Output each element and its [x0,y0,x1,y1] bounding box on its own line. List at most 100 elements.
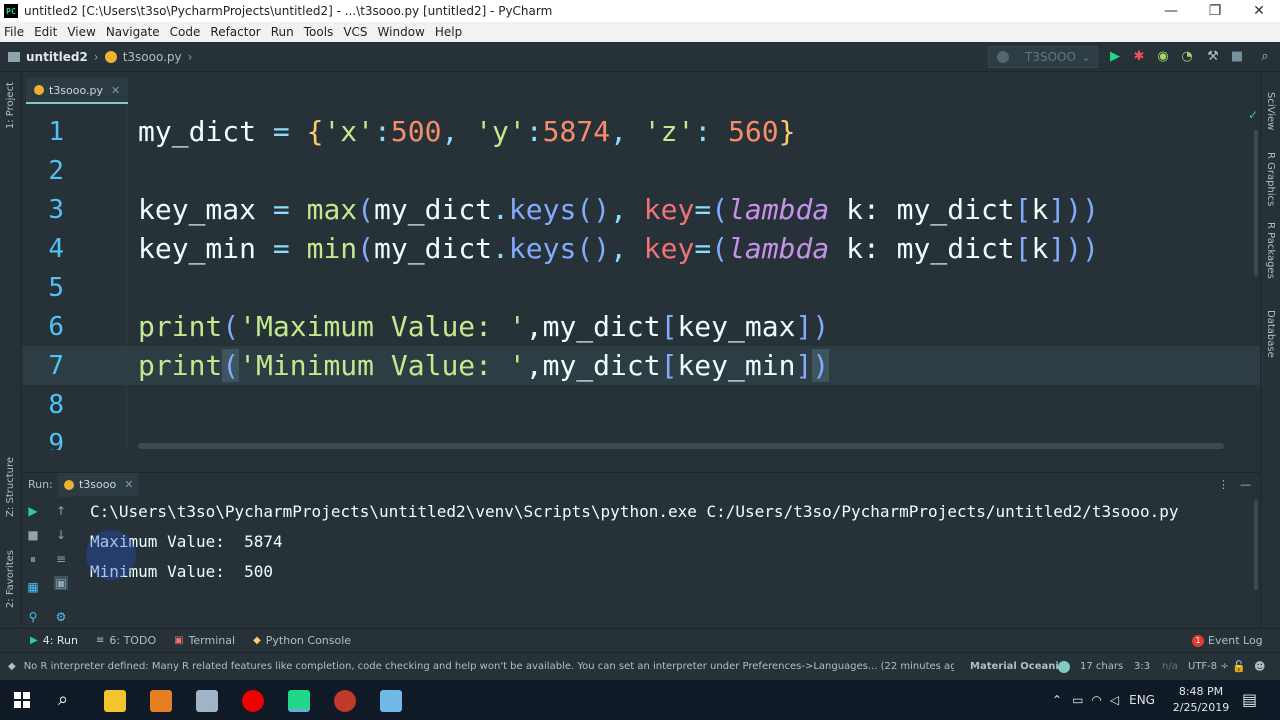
run-tab-t3sooo[interactable]: t3sooo ✕ [58,472,140,497]
wifi-icon[interactable]: ◠ [1091,693,1101,707]
stop-icon[interactable]: ■ [1230,50,1244,64]
console-scrollbar[interactable] [1254,500,1258,590]
file-explorer-icon[interactable] [104,690,126,712]
menu-navigate[interactable]: Navigate [106,25,160,39]
menu-code[interactable]: Code [170,25,201,39]
network-icon[interactable]: ▭ [1072,693,1083,707]
menu-tools[interactable]: Tools [304,25,334,39]
coverage-icon[interactable]: ◉ [1156,50,1170,64]
status-bar: ◆ No R interpreter defined: Many R relat… [0,652,1280,680]
tool-terminal-label: Terminal [188,634,236,647]
debug-icon[interactable]: ✱ [1132,50,1146,64]
close-icon[interactable]: ✕ [124,478,133,491]
keyboard-language[interactable]: ENG [1129,693,1155,707]
chevron-up-icon[interactable]: ⌃ [1052,693,1062,707]
menu-help[interactable]: Help [435,25,462,39]
folder-icon [8,51,20,62]
tool-terminal[interactable]: ▣ Terminal [174,634,235,647]
python-icon: ◆ [253,635,261,646]
run-configuration-select[interactable]: T3SOOO ⌄ [988,46,1098,68]
database-tool-tab[interactable]: Database [1265,310,1276,358]
profile-icon[interactable]: ◔ [1180,50,1194,64]
event-log[interactable]: 1 Event Log [1192,634,1263,647]
menu-window[interactable]: Window [378,25,425,39]
breadcrumb-project[interactable]: untitled2 [26,50,88,64]
close-window-button[interactable]: ✕ [1236,0,1280,22]
tool-run[interactable]: ▶ 4: Run [30,634,78,647]
tab-t3sooo[interactable]: t3sooo.py ✕ [26,78,129,104]
python-config-icon [997,51,1009,63]
menu-vcs[interactable]: VCS [343,25,367,39]
close-icon[interactable]: ✕ [111,84,120,97]
app-window-icon[interactable] [196,690,218,712]
tool-python-console-label: Python Console [265,634,352,647]
volume-icon[interactable]: ◁ [1110,693,1119,707]
menu-edit[interactable]: Edit [34,25,57,39]
cursor-position[interactable]: 3:3 [1134,661,1150,672]
menu-refactor[interactable]: Refactor [210,25,260,39]
rerun-icon[interactable]: ▶ [26,504,40,518]
search-everywhere-icon[interactable]: ⌕ [1258,50,1272,64]
pin-tab-icon[interactable]: ⚲ [26,610,40,624]
maximize-button[interactable]: ❐ [1192,0,1238,22]
favorites-tool-tab[interactable]: 2: Favorites [5,550,16,608]
run-panel-header: Run: t3sooo ✕ ⋮ — [22,472,1260,497]
event-count-badge: 1 [1192,634,1204,647]
vertical-scrollbar[interactable] [1254,130,1258,276]
tool-todo[interactable]: ≡ 6: TODO [96,634,156,647]
run-panel-toolbar: ▶ ↑ ■ ↓ ⏸ ≡ ▦ ▣ ⚲ ⚙ [22,496,76,628]
structure-tool-tab[interactable]: Z: Structure [5,457,16,517]
project-tool-tab[interactable]: 1: Project [5,82,16,129]
lock-icon[interactable]: 🔓 [1232,660,1246,673]
run-icon[interactable]: ▶ [1108,50,1122,64]
python-file-icon [34,85,44,95]
soft-wrap-icon[interactable]: ≡ [54,552,68,566]
settings-icon[interactable]: ⚙ [54,610,68,624]
run-panel-label: Run: [28,478,53,491]
code-line: 8 [22,385,1260,424]
file-encoding[interactable]: UTF-8 ÷ [1188,661,1229,672]
breadcrumb-separator: › [93,49,99,64]
breadcrumb-file[interactable]: t3sooo.py [123,50,182,64]
scroll-up-icon[interactable]: ↑ [54,504,68,518]
build-icon[interactable]: ⚒ [1206,50,1220,64]
minimize-button[interactable]: — [1148,0,1194,22]
opera-icon[interactable] [242,690,264,712]
theme-name[interactable]: Material Oceanic [970,661,1065,672]
run-icon: ▶ [30,635,38,646]
recorder-icon[interactable] [334,690,356,712]
line-number: 5 [48,272,64,303]
run-console[interactable]: C:\Users\t3so\PycharmProjects\untitled2\… [76,496,1260,628]
menu-view[interactable]: View [67,25,95,39]
menu-run[interactable]: Run [271,25,294,39]
horizontal-scrollbar[interactable] [138,443,1224,449]
status-message[interactable]: No R interpreter defined: Many R related… [24,661,954,672]
notifications-icon[interactable]: ▤ [1242,690,1257,709]
print-icon[interactable]: ▣ [54,576,68,590]
r-graphics-tool-tab[interactable]: R Graphics [1265,152,1276,206]
sublime-text-icon[interactable] [150,690,172,712]
restore-layout-icon[interactable]: ▦ [26,580,40,594]
line-number: 2 [48,155,64,186]
code-text: my_dict = {'x':500, 'y':5874, 'z': 560} [138,115,796,148]
inspector-icon[interactable]: ☻ [1254,660,1265,673]
code-editor[interactable]: 1 my_dict = {'x':500, 'y':5874, 'z': 560… [22,104,1260,450]
search-icon[interactable]: ⌕ [58,689,68,710]
pycharm-taskbar-icon[interactable] [288,690,310,712]
inspection-ok-icon[interactable]: ✓ [1248,108,1258,122]
r-packages-tool-tab[interactable]: R Packages [1265,222,1276,279]
title-bar: PC untitled2 [C:\Users\t3so\PycharmProje… [0,0,1280,22]
code-line: 2 [22,151,1260,190]
clock[interactable]: 8:48 PM 2/25/2019 [1170,684,1232,716]
notepad-icon[interactable] [380,690,402,712]
menu-file[interactable]: File [4,25,24,39]
stop-icon[interactable]: ■ [26,528,40,542]
windows-start-icon[interactable] [14,692,30,708]
more-options-icon[interactable]: ⋮ [1218,478,1229,491]
hide-panel-icon[interactable]: — [1240,478,1251,491]
scroll-down-icon[interactable]: ↓ [54,528,68,542]
tool-python-console[interactable]: ◆ Python Console [253,634,351,647]
sciview-tool-tab[interactable]: SciView [1265,92,1276,130]
line-separator[interactable]: n/a [1162,661,1178,672]
pause-icon[interactable]: ⏸ [26,552,40,566]
